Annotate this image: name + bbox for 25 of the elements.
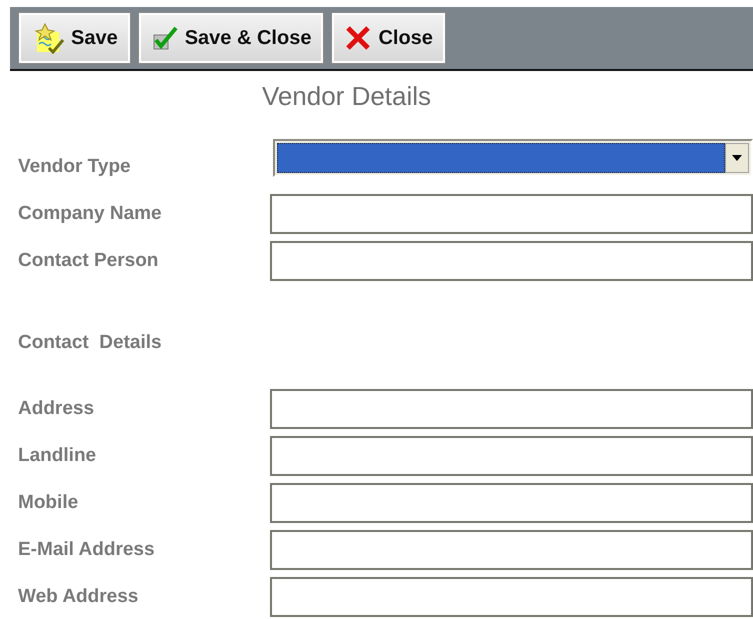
vendor-type-dropdown[interactable]	[273, 139, 753, 177]
field-label: Mobile	[17, 492, 80, 514]
input-field[interactable]	[270, 483, 753, 523]
field-label: Web Address	[17, 586, 140, 608]
close-icon	[344, 24, 372, 52]
field-label: Landline	[17, 445, 98, 467]
toolbar-button[interactable]: Close	[332, 13, 445, 63]
form-title: Vendor Details	[260, 81, 432, 112]
field-label: E-Mail Address	[17, 539, 156, 561]
input-field[interactable]	[270, 577, 753, 617]
field-label: Vendor Type	[17, 156, 132, 178]
dropdown-arrow-button[interactable]	[725, 143, 749, 173]
checkmark-icon	[150, 24, 179, 52]
input-field[interactable]	[270, 389, 753, 429]
toolbar-button[interactable]: Save	[19, 13, 130, 63]
input-field[interactable]	[270, 530, 753, 570]
field-label: Company Name	[17, 203, 163, 225]
section-heading: Contact Details	[17, 331, 162, 355]
input-field[interactable]	[270, 436, 753, 476]
input-field[interactable]	[270, 241, 753, 281]
caret-icon	[732, 155, 742, 161]
toolbar-button[interactable]: Save & Close	[138, 13, 324, 63]
field-label: Address	[17, 398, 96, 420]
input-field[interactable]	[270, 194, 753, 234]
field-label: Contact Person	[17, 250, 160, 272]
